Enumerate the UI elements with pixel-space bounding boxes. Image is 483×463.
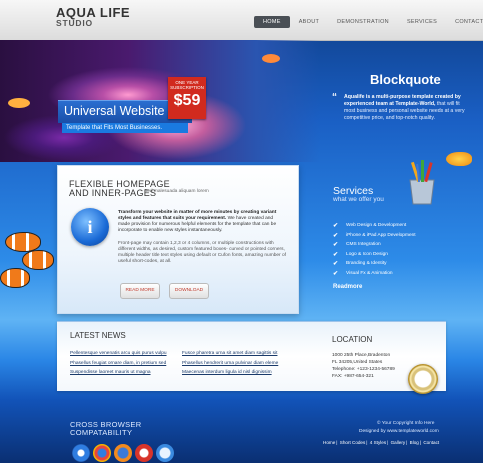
site-header: AQUA LIFE STUDIO HOME ABOUT DEMONSTRATIO… [0, 0, 483, 41]
news-link[interactable]: Pellentesque venenatis arcu quis purus v… [70, 351, 167, 361]
footer-link-short-codes[interactable]: Short Codes [340, 440, 366, 445]
designed-by-text[interactable]: Designed by www.templateworld.com [359, 429, 439, 434]
news-link[interactable]: Phasellus hendrerit urna pulvinar diam e… [182, 361, 278, 371]
service-label: CMS Integration [346, 242, 381, 248]
news-column-2: Fusce pharetra urna sit amet diam sagitt… [182, 351, 278, 380]
news-link[interactable]: Suspendisse laoreet mauris ut magna [70, 370, 167, 380]
check-icon: ✔ [333, 223, 339, 230]
location-title: LOCATION [332, 335, 373, 344]
fish-image [8, 98, 30, 108]
address-line: FL 34205,United States [332, 360, 383, 365]
news-link[interactable]: Phasellus feugiat ornare diam, in pretiu… [70, 361, 167, 371]
feature-paragraph-1: Transform your website in matter of more… [118, 210, 286, 234]
service-label: iPhone & iPad App Development [346, 232, 416, 238]
footer-link-4-styles[interactable]: 4 Styles [370, 440, 386, 445]
safari-icon [156, 444, 174, 462]
nav-demonstration[interactable]: DEMONSTRATION [328, 16, 398, 28]
page: AQUA LIFE STUDIO HOME ABOUT DEMONSTRATIO… [0, 0, 483, 463]
read-more-button[interactable]: READ MORE [120, 283, 160, 299]
price-value: $59 [173, 92, 201, 109]
news-link[interactable]: Maecenas interdum ligula id nisl digniss… [182, 370, 278, 380]
service-label: Web Design & Development [346, 223, 407, 229]
clownfish-image [0, 268, 30, 288]
quote-icon: “ [332, 92, 337, 103]
browser-icons [72, 444, 174, 462]
blockquote-text: Aqualife is a multi-purpose template cre… [344, 94, 472, 122]
firefox-icon [114, 444, 132, 462]
telephone: Telephone: +123-1234-56789 [332, 367, 395, 372]
check-icon: ✔ [333, 270, 339, 277]
services-list: ✔ Web Design & Development ✔ iPhone & iPad… [333, 221, 416, 278]
ie-icon [72, 444, 90, 462]
list-item[interactable]: ✔ Web Design & Development [333, 221, 416, 231]
hero-title: Universal Website [64, 104, 165, 118]
blockquote-title: Blockquote [370, 72, 441, 87]
opera-icon [135, 444, 153, 462]
list-item[interactable]: ✔ Branding & Identity [333, 259, 416, 269]
copyright-text: © Your Copyright Info Here [377, 421, 435, 426]
nav-home[interactable]: HOME [254, 16, 290, 28]
info-icon: i [71, 208, 109, 246]
list-item[interactable]: ✔ Visual Fx & Animation [333, 269, 416, 279]
cross-browser-title: CROSS BROWSER COMPATABILITY [70, 421, 141, 437]
chrome-icon [93, 444, 111, 462]
nav-services[interactable]: SERVICES [398, 16, 446, 28]
list-item[interactable]: ✔ iPhone & iPad App Development [333, 231, 416, 241]
goldfish-image [446, 152, 472, 166]
fax: FAX: +987-654-321 [332, 374, 374, 379]
footer-link-contact[interactable]: Contact [423, 440, 439, 445]
address-line: 1000 25th Place,Bradenton [332, 353, 391, 358]
footer-link-gallery[interactable]: Gallery [391, 440, 406, 445]
main-nav: HOME ABOUT DEMONSTRATION SERVICES CONTAC… [254, 16, 483, 28]
services-subtitle: what we offer you [333, 196, 384, 203]
service-label: Branding & Identity [346, 261, 387, 267]
clownfish-image [5, 232, 41, 252]
hero-subtitle: Template that Fits Most Businesses. [62, 123, 188, 133]
feature-paragraph-2: Front-page may contain 1,2,3 or 4 column… [118, 241, 286, 264]
location-address: 1000 25th Place,Bradenton FL 34205,Unite… [332, 352, 395, 380]
news-title: LATEST NEWS [70, 331, 126, 340]
download-button[interactable]: DOWNLOAD [169, 283, 209, 299]
list-item[interactable]: ✔ Logo & Icon Design [333, 250, 416, 260]
cross-browser-line2: COMPATABILITY [70, 428, 133, 437]
feature-tagline: Sed malesuada aliquam lorem [144, 189, 209, 194]
nav-about[interactable]: ABOUT [290, 16, 328, 28]
price-note: ONE YEAR SUBSCRIPTION [170, 80, 204, 90]
list-item[interactable]: ✔ CMS Integration [333, 240, 416, 250]
news-link[interactable]: Fusce pharetra urna sit amet diam sagitt… [182, 351, 278, 361]
price-tag[interactable]: ONE YEAR SUBSCRIPTION $59 [168, 77, 206, 119]
footer-links: Home| Short Codes| 4 Styles| Gallery| Bl… [323, 440, 440, 445]
compass-icon [408, 364, 438, 394]
logo[interactable]: AQUA LIFE STUDIO [56, 5, 131, 29]
footer-link-blog[interactable]: Blog [410, 440, 419, 445]
feature-panel: FLEXIBLE HOMEPAGE AND INNER-PAGES Sed mal… [57, 165, 299, 314]
service-label: Visual Fx & Animation [346, 270, 393, 276]
news-panel: LATEST NEWS Pellentesque venenatis arcu … [57, 321, 446, 391]
nav-contact[interactable]: CONTACT [446, 16, 483, 28]
clownfish-image [22, 250, 54, 270]
logo-title: AQUA LIFE [56, 5, 131, 20]
brushes-cup-icon [409, 160, 435, 205]
services-readmore-link[interactable]: Readmore [333, 284, 362, 290]
check-icon: ✔ [333, 242, 339, 249]
check-icon: ✔ [333, 251, 339, 258]
news-column-1: Pellentesque venenatis arcu quis purus v… [70, 351, 167, 380]
check-icon: ✔ [333, 261, 339, 268]
footer-link-home[interactable]: Home [323, 440, 335, 445]
fish-image [262, 54, 280, 63]
service-label: Logo & Icon Design [346, 251, 388, 257]
check-icon: ✔ [333, 232, 339, 239]
